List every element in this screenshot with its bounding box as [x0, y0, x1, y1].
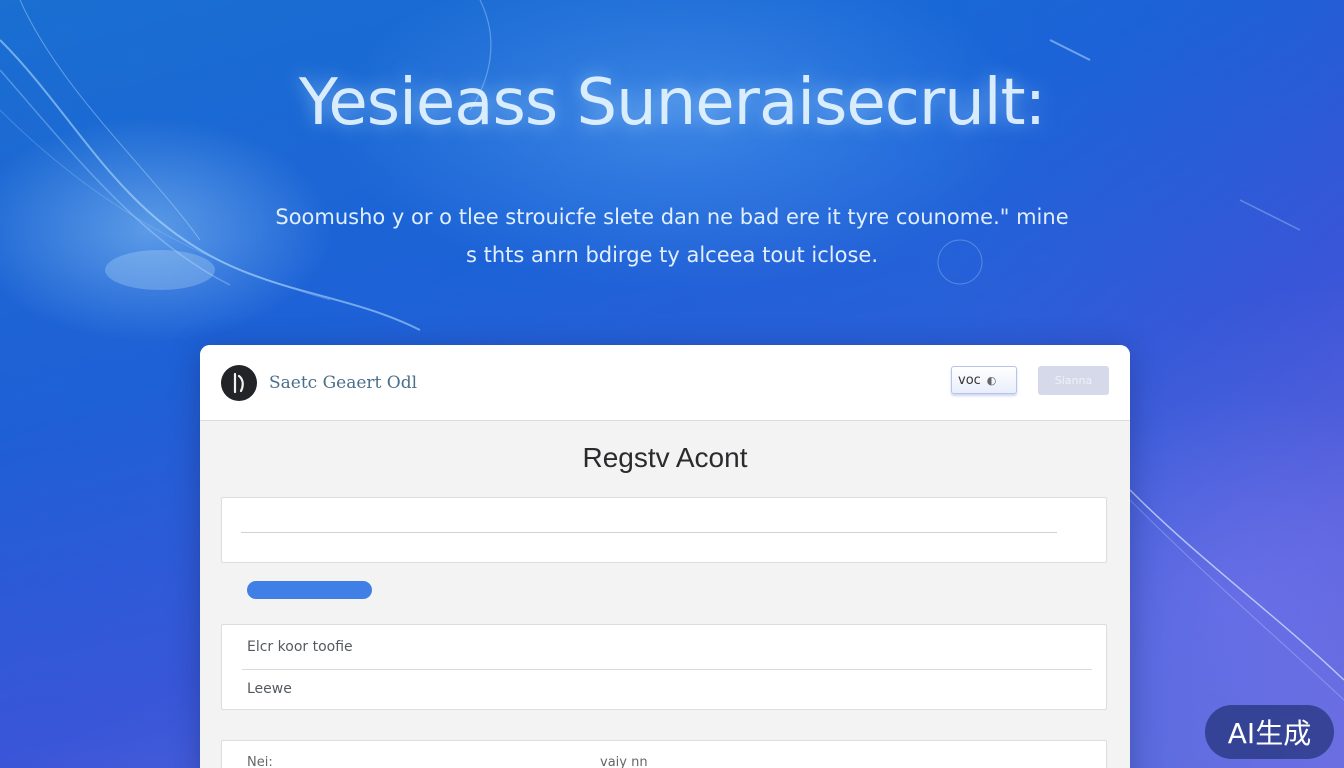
text-input-field[interactable] [221, 497, 1107, 563]
option-item[interactable]: Elcr koor toofie [247, 639, 353, 655]
language-select-value: voc [958, 372, 981, 388]
form-title: Regstv Acont [582, 442, 748, 473]
ai-generated-badge: AI生成 [1205, 705, 1334, 759]
page: Yesieass Suneraisecrult: Soomusho y or o… [0, 0, 1344, 768]
brand-logo-icon[interactable] [221, 365, 257, 401]
bottom-row-label: Nei: [247, 755, 273, 768]
input-underline [241, 532, 1057, 533]
options-list: Elcr koor toofie Leewe [221, 624, 1107, 710]
brand-name[interactable]: Saetc Geaert Odl [269, 373, 417, 393]
option-item[interactable]: Leewe [247, 681, 292, 697]
language-select[interactable]: voc ◐ [951, 366, 1017, 394]
hero-subtitle-line-2: s thts anrn bdirge ty alceea tout iclose… [466, 243, 878, 267]
bottom-row-value: vaiy nn [600, 755, 648, 768]
card-header: Saetc Geaert Odl voc ◐ Sianna [200, 345, 1130, 421]
hero-title: Yesieass Suneraisecrult: [298, 66, 1046, 140]
hero-subtitle: Soomusho y or o tlee strouicfe slete dan… [200, 198, 1144, 274]
progress-pill[interactable] [247, 581, 372, 599]
signin-button[interactable]: Sianna [1038, 366, 1109, 395]
register-card: Saetc Geaert Odl voc ◐ Sianna Regstv Aco… [200, 345, 1130, 768]
chevron-down-icon: ◐ [986, 373, 997, 387]
bottom-row[interactable]: Nei: vaiy nn [221, 740, 1107, 768]
divider [242, 669, 1092, 670]
hero-subtitle-line-1: Soomusho y or o tlee strouicfe slete dan… [275, 205, 1069, 229]
